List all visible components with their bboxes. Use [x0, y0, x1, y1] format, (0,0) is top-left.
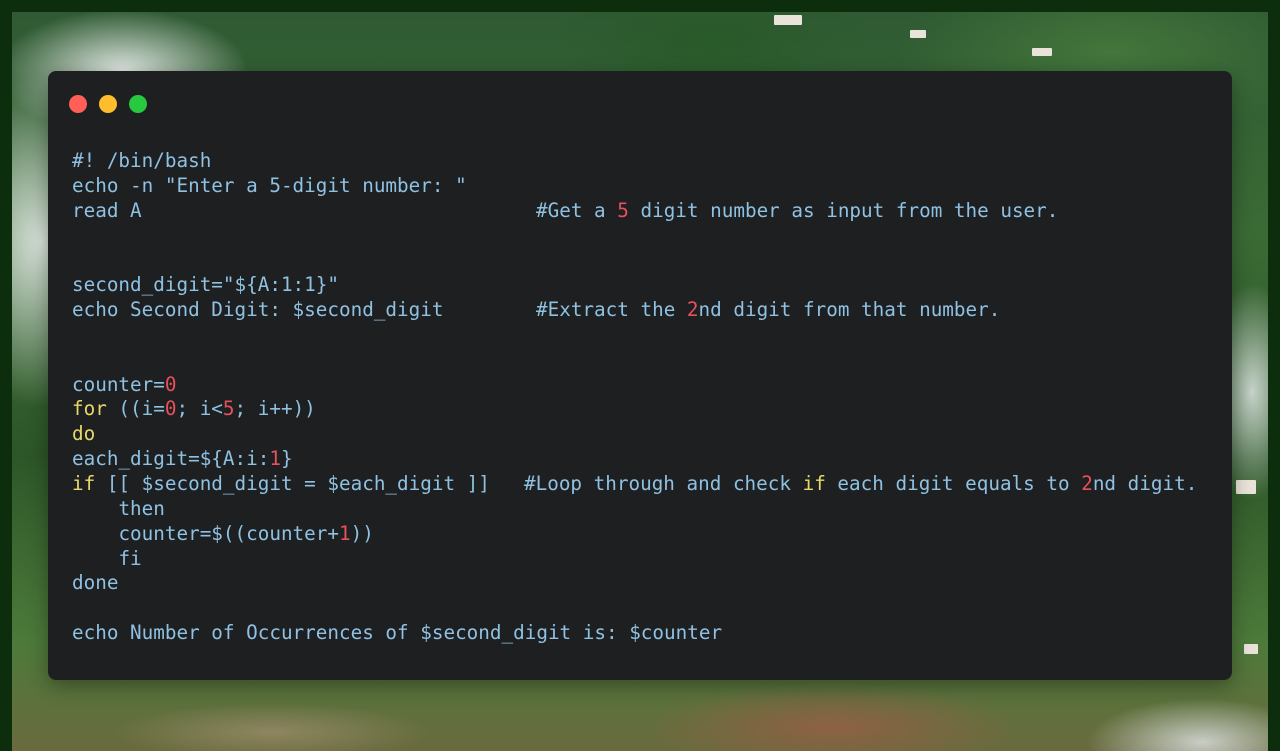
code-window: #! /bin/bash echo -n "Enter a 5-digit num… [48, 71, 1232, 680]
code-line: if [[ $second_digit = $each_digit ]] #Loo… [72, 471, 1197, 497]
code-line: echo -n "Enter a 5-digit number: " [72, 174, 722, 199]
code-text: )) [350, 521, 374, 545]
code-line: counter=0 [72, 373, 722, 398]
number-literal: 2 [686, 298, 699, 322]
code-text: [[ $second_digit = $each_digit ]] [95, 471, 490, 495]
code-text: echo Second Digit: $second_digit [72, 298, 444, 322]
number-literal: 5 [222, 397, 235, 421]
code-text: each_digit=${A:i: [72, 447, 270, 471]
landscape-house [1236, 480, 1256, 494]
code-comment: nd digit. [1092, 471, 1198, 495]
number-literal: 1 [339, 521, 351, 545]
window-controls [69, 95, 147, 113]
code-text: echo Number of Occurrences of $second_di… [72, 621, 723, 645]
number-literal: 2 [1081, 471, 1093, 495]
code-text: second_digit="${A:1:1}" [72, 273, 339, 297]
close-window-button[interactable] [69, 95, 87, 113]
code-text: fi [118, 546, 142, 570]
landscape-house [774, 15, 802, 25]
code-comment: #Get a [536, 198, 618, 222]
code-text: read A [72, 198, 142, 222]
number-literal: 5 [617, 198, 629, 222]
maximize-window-button[interactable] [129, 95, 147, 113]
keyword: if [802, 471, 826, 495]
code-block: #! /bin/bash echo -n "Enter a 5-digit num… [72, 149, 1197, 646]
number-literal: 0 [164, 372, 177, 396]
number-literal: 0 [164, 397, 177, 421]
keyword: if [72, 471, 96, 495]
number-literal: 1 [269, 447, 281, 471]
code-line: done [72, 571, 722, 596]
code-text: counter=$((counter+ [118, 521, 339, 545]
code-comment: #Extract the [536, 298, 687, 322]
code-text: ((i= [106, 397, 165, 421]
code-comment: each digit equals to [825, 471, 1082, 495]
code-line: echo Number of Occurrences of $second_di… [72, 621, 722, 646]
code-comment: nd digit from that number. [698, 298, 1001, 322]
code-text: } [280, 447, 293, 471]
code-line: echo Second Digit: $second_digit #Extract… [72, 298, 1000, 323]
code-text: then [118, 496, 165, 520]
code-line: do [72, 422, 722, 447]
code-text: ; i< [176, 397, 223, 421]
code-line: #! /bin/bash [72, 149, 722, 174]
code-line: counter=$((counter+1)) [72, 522, 722, 547]
keyword: for [72, 397, 107, 421]
keyword: do [72, 422, 96, 446]
code-line: fi [72, 547, 722, 572]
code-line: second_digit="${A:1:1}" [72, 273, 722, 298]
code-comment: #Loop through and check [524, 471, 803, 495]
landscape-house [1244, 644, 1258, 654]
code-text: ; i++)) [234, 397, 316, 421]
code-line: then [72, 497, 722, 522]
code-comment: digit number as input from the user. [628, 198, 1059, 222]
shebang: #! /bin/bash [72, 149, 212, 172]
landscape-house [1032, 48, 1052, 56]
code-line: for ((i=0; i<5; i++)) [72, 397, 722, 422]
code-line: each_digit=${A:i:1} [72, 447, 722, 472]
code-text: echo -n "Enter a 5-digit number: " [72, 173, 467, 197]
code-line: read A #Get a 5 digit number as input fro… [72, 198, 1058, 224]
code-text: counter= [72, 372, 165, 396]
minimize-window-button[interactable] [99, 95, 117, 113]
landscape-house [910, 30, 926, 38]
code-text: done [72, 571, 119, 595]
